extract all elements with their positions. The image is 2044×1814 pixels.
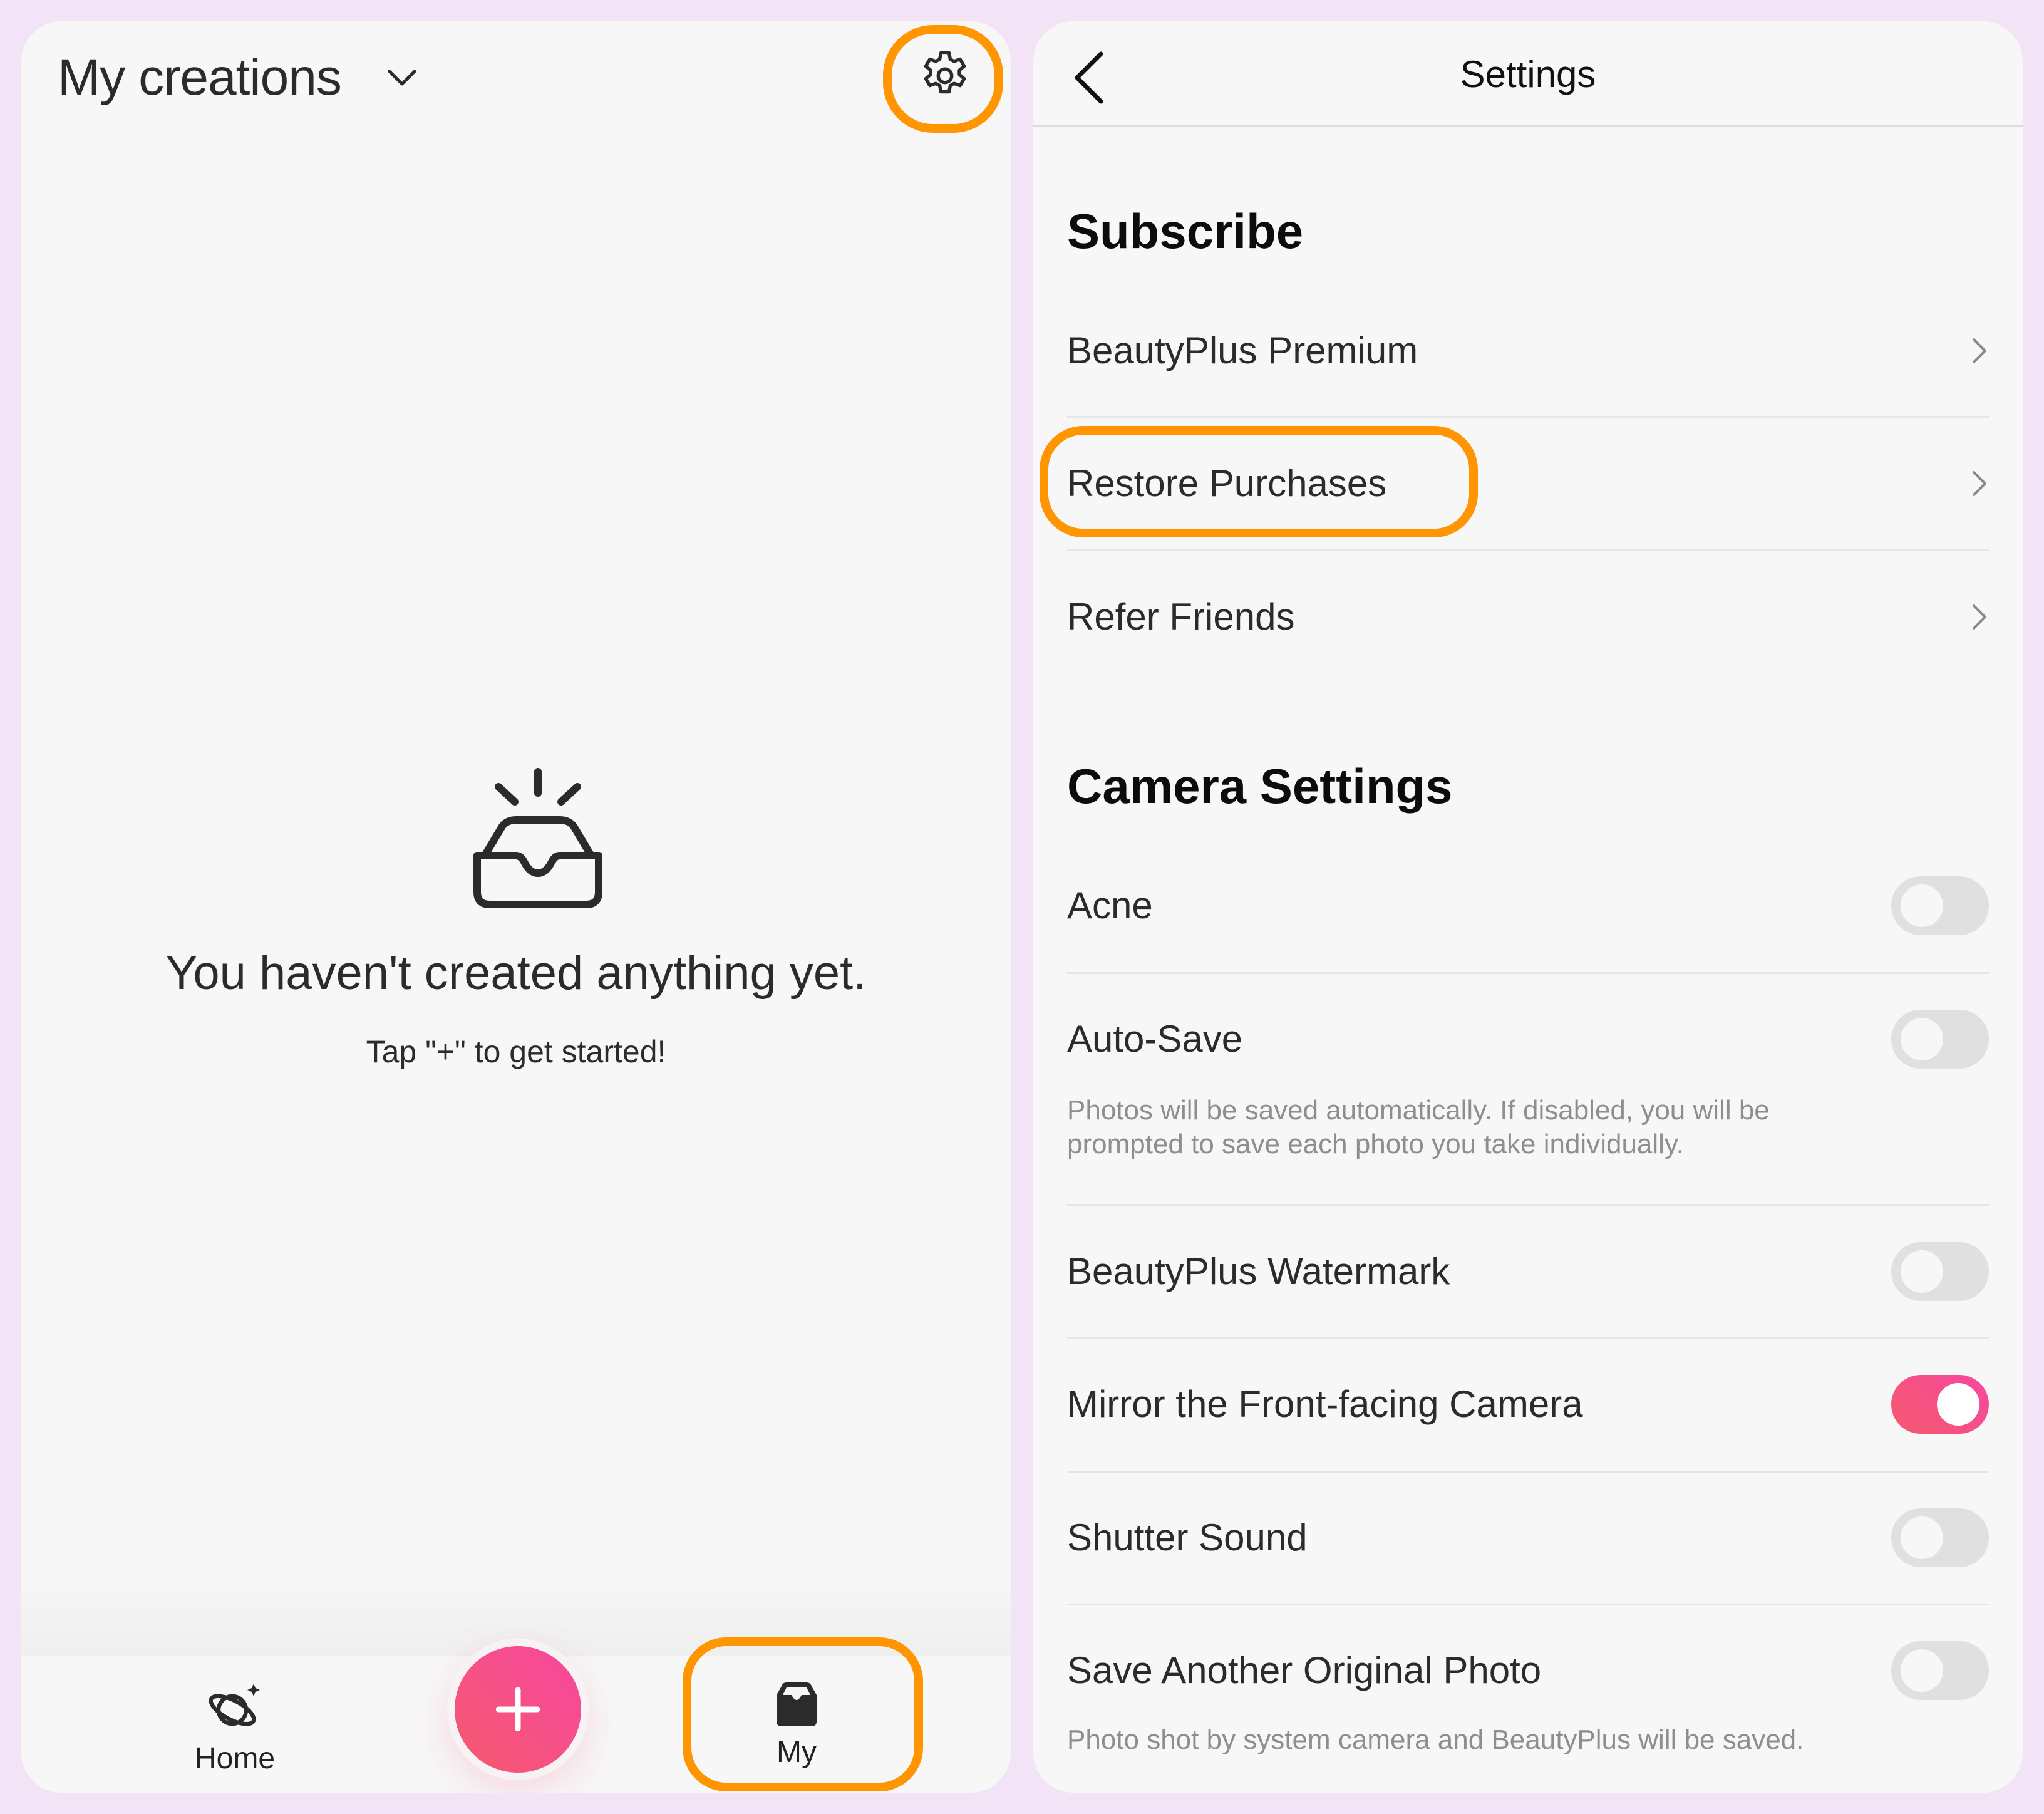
item-label: Mirror the Front-facing Camera <box>1067 1383 1583 1425</box>
item-label: Save Another Original Photo <box>1067 1649 1542 1691</box>
settings-item-refer-friends[interactable]: Refer Friends <box>1067 551 1989 683</box>
gear-icon <box>924 51 966 94</box>
empty-state-title: You haven't created anything yet. <box>165 946 867 1000</box>
acne-toggle[interactable] <box>1891 876 1989 935</box>
auto-save-toggle[interactable] <box>1891 1010 1989 1069</box>
mirror-camera-toggle[interactable] <box>1891 1375 1989 1434</box>
settings-item-save-original-photo: Save Another Original Photo <box>1067 1605 1989 1793</box>
tab-my-label: My <box>777 1736 817 1769</box>
planet-icon <box>209 1684 260 1726</box>
save-original-toggle[interactable] <box>1891 1641 1989 1700</box>
tab-home-label: Home <box>194 1742 276 1775</box>
item-label: BeautyPlus Premium <box>1067 329 1418 371</box>
page-title[interactable]: My creations <box>58 46 342 109</box>
chevron-right-icon <box>1973 471 1986 496</box>
settings-item-restore-purchases[interactable]: Restore Purchases <box>1067 417 1989 550</box>
section-title-camera-settings: Camera Settings <box>1067 759 1453 814</box>
shutter-sound-toggle[interactable] <box>1891 1508 1989 1567</box>
my-creations-screen: My creations You haven't created anythin… <box>21 21 1011 1793</box>
section-title-subscribe: Subscribe <box>1067 204 1304 259</box>
auto-save-description-line-1: Photos will be saved automatically. If d… <box>1067 1095 1770 1126</box>
watermark-toggle[interactable] <box>1891 1242 1989 1301</box>
inbox-tray-icon <box>777 1682 817 1726</box>
empty-state-subtitle: Tap "+" to get started! <box>366 1034 666 1069</box>
item-label: Auto-Save <box>1067 1018 1243 1060</box>
item-label: Shutter Sound <box>1067 1516 1308 1558</box>
settings-item-beautyplus-premium[interactable]: BeautyPlus Premium <box>1067 284 1989 417</box>
item-label: Acne <box>1067 884 1153 926</box>
settings-item-acne: Acne <box>1067 839 1989 972</box>
item-label: BeautyPlus Watermark <box>1067 1250 1450 1292</box>
item-label: Refer Friends <box>1067 596 1295 638</box>
chevron-down-icon[interactable] <box>385 65 420 90</box>
save-original-description: Photo shot by system camera and BeautyPl… <box>1067 1724 1804 1755</box>
chevron-right-icon <box>1973 338 1986 363</box>
settings-item-beautyplus-watermark: BeautyPlus Watermark <box>1067 1205 1989 1338</box>
empty-inbox-icon <box>473 768 602 908</box>
settings-item-shutter-sound: Shutter Sound <box>1067 1472 1989 1605</box>
create-button[interactable] <box>455 1646 581 1773</box>
tab-home[interactable]: Home <box>141 1656 329 1793</box>
plus-icon <box>496 1687 540 1731</box>
settings-screen: Settings Subscribe BeautyPlus Premium Re… <box>1033 21 2023 1793</box>
chevron-right-icon <box>1973 604 1986 630</box>
tab-my[interactable]: My <box>703 1656 890 1793</box>
settings-title: Settings <box>1460 53 1596 95</box>
settings-item-mirror-front-camera: Mirror the Front-facing Camera <box>1067 1339 1989 1471</box>
settings-header: Settings <box>1033 21 2023 127</box>
auto-save-description-line-2: prompted to save each photo you take ind… <box>1067 1129 1684 1159</box>
item-label: Restore Purchases <box>1067 462 1387 504</box>
settings-button[interactable] <box>898 28 992 122</box>
